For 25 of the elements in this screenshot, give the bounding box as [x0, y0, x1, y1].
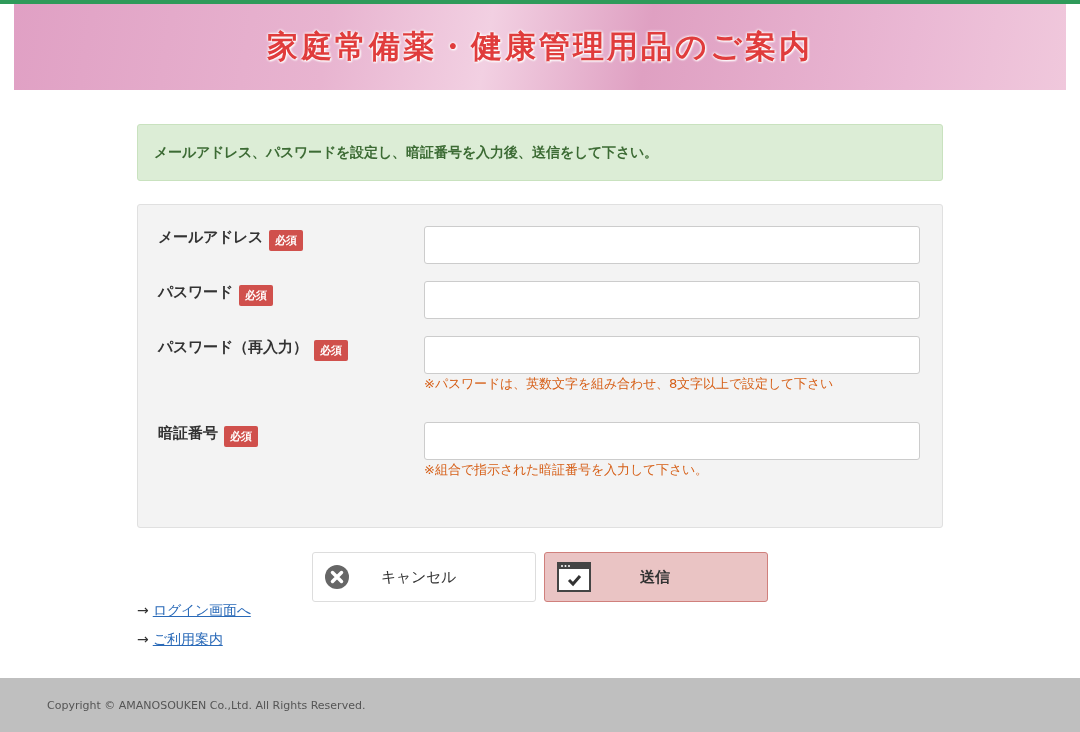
field-hint: ※パスワードは、英数文字を組み合わせ、8文字以上で設定して下さい — [424, 375, 835, 393]
arrow-glyph: → — [137, 631, 149, 649]
required-badge: 必須 — [224, 426, 258, 447]
window-check-icon — [557, 562, 591, 592]
arrow-glyph: → — [137, 602, 149, 620]
submit-button[interactable]: 送信 — [544, 552, 768, 602]
nav-link[interactable]: ログイン画面へ — [152, 602, 251, 620]
info-message: メールアドレス、パスワードを設定し、暗証番号を入力後、送信をして下さい。 — [137, 124, 943, 181]
required-badge: 必須 — [269, 230, 303, 251]
cancel-button[interactable]: キャンセル — [312, 552, 536, 602]
field-label: パスワード（再入力） — [158, 338, 308, 357]
input-field[interactable] — [424, 422, 920, 460]
field-label: 暗証番号 — [158, 424, 218, 443]
field-label: メールアドレス — [158, 228, 263, 247]
input-field[interactable] — [424, 226, 920, 264]
input-field[interactable] — [424, 336, 920, 374]
field-hint: ※組合で指示された暗証番号を入力して下さい。 — [424, 461, 709, 479]
nav-link[interactable]: ご利用案内 — [152, 631, 223, 649]
close-icon — [325, 565, 349, 589]
required-badge: 必須 — [314, 340, 348, 361]
field-label: パスワード — [158, 283, 233, 302]
required-badge: 必須 — [239, 285, 273, 306]
input-field[interactable] — [424, 281, 920, 319]
banner-title: 家庭常備薬・健康管理用品のご案内 — [267, 27, 813, 66]
copyright-text: Copyright © AMANOSOUKEN Co.,Ltd. All Rights Reserved. — [47, 698, 366, 712]
